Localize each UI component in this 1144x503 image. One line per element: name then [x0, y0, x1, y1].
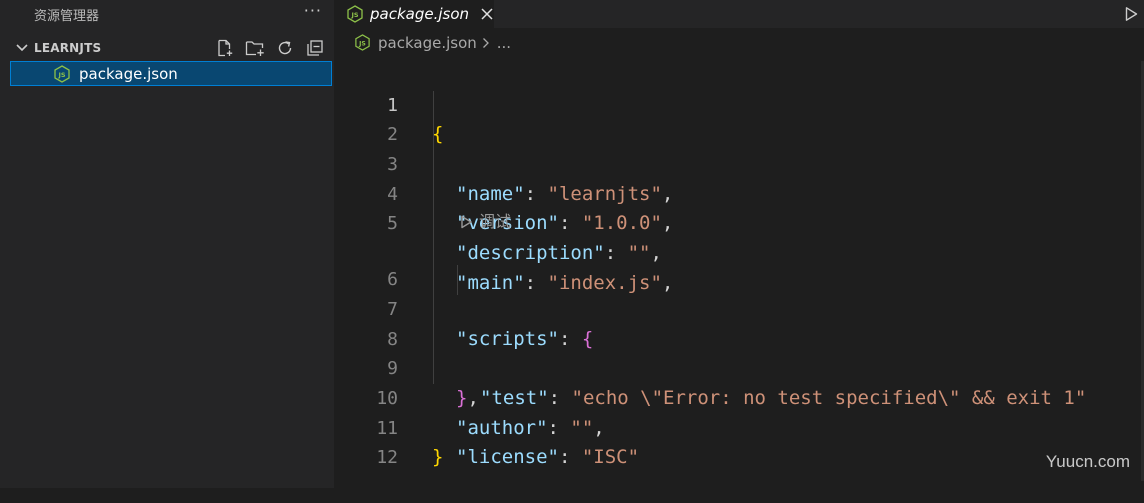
code-line: 1 { [334, 61, 1144, 146]
new-file-icon[interactable] [214, 37, 236, 59]
line-number: 12 [376, 447, 398, 469]
editor-area: JS package.json JS package.json ... 1 {… [334, 0, 1144, 488]
file-item-package-json[interactable]: JS package.json [10, 61, 332, 86]
code-line: 4 "description": "", [334, 150, 1144, 264]
file-name: package.json [79, 64, 178, 83]
run-icon[interactable] [1120, 3, 1142, 25]
explorer-header: 资源管理器 ··· [0, 0, 334, 28]
code-line: 11 } [334, 384, 1144, 469]
svg-text:JS: JS [57, 71, 65, 79]
folder-name: LEARNJTS [34, 41, 102, 55]
folder-section-header[interactable]: LEARNJTS [0, 32, 334, 64]
tab-package-json[interactable]: JS package.json [334, 0, 494, 28]
code-line: 2 "name": "learnjts", [334, 90, 1144, 205]
json-value: "ISC" [581, 446, 640, 469]
breadcrumb: JS package.json ... [334, 32, 1144, 54]
refresh-icon[interactable] [274, 37, 296, 59]
tab-label: package.json [370, 5, 470, 23]
debug-label: 调试 [479, 212, 512, 232]
more-actions-icon[interactable]: ··· [304, 3, 322, 19]
new-folder-icon[interactable] [244, 37, 266, 59]
explorer-actions [214, 37, 326, 59]
explorer-sidebar: 资源管理器 ··· LEARNJTS JS package.json [0, 0, 334, 488]
close-brace: } [432, 446, 444, 469]
code-line: 7 "test": "echo \"Error: no test specifi… [334, 265, 1144, 409]
chevron-down-icon[interactable] [14, 40, 30, 56]
explorer-title: 资源管理器 [34, 8, 100, 24]
close-icon[interactable] [479, 6, 494, 22]
svg-text:JS: JS [358, 41, 366, 48]
vscode-window: 资源管理器 ··· LEARNJTS JS package.json JS pa… [0, 0, 1144, 488]
breadcrumb-file[interactable]: package.json [378, 34, 477, 52]
tab-bar: JS package.json [334, 0, 1144, 28]
code-line: 12 [334, 414, 1144, 468]
collapse-all-icon[interactable] [304, 37, 326, 59]
code-line: 8 }, [334, 294, 1144, 409]
nodejs-json-icon: JS [354, 34, 372, 52]
nodejs-json-icon: JS [53, 64, 71, 83]
nodejs-json-icon: JS [346, 5, 364, 23]
breadcrumb-symbols[interactable]: ... [497, 34, 511, 52]
svg-text:JS: JS [350, 11, 358, 19]
play-icon [461, 216, 472, 229]
code-line: 3 "version": "1.0.0", [334, 120, 1144, 234]
code-line: 5 "main": "index.js", [334, 179, 1144, 294]
chevron-right-icon [481, 37, 491, 49]
code-line: 9 "author": "", [334, 324, 1144, 439]
debug-codelens[interactable]: 调试 [460, 209, 511, 235]
json-key: "license" [456, 446, 559, 469]
code-editor[interactable]: 1 { 2 "name": "learnjts", 3 "version": "… [334, 61, 1144, 469]
codelens-row: 调试 [334, 209, 1144, 236]
watermark: Yuucn.com [1045, 452, 1130, 471]
code-line: 10 "license": "ISC" [334, 354, 1144, 468]
code-line: 6 "scripts": { [334, 235, 1144, 350]
